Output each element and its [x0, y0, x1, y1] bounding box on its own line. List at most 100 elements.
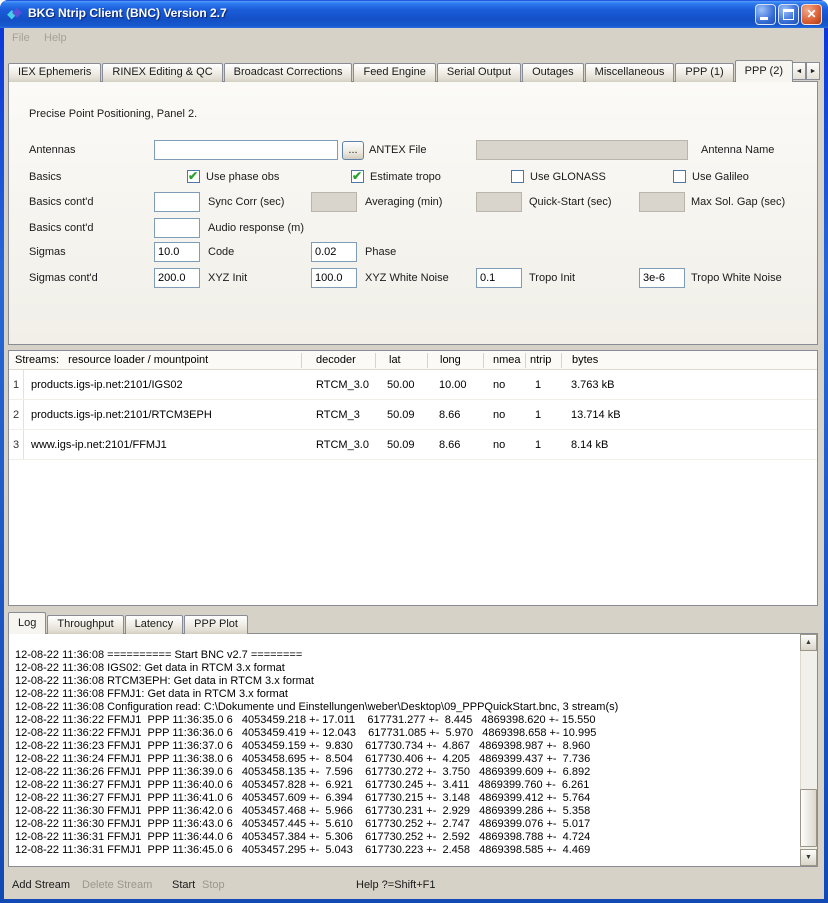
log-line: 12-08-22 11:36:31 FFMJ1 PPP 11:36:44.0 6…	[15, 831, 800, 844]
table-row[interactable]: 2 products.igs-ip.net:2101/RTCM3EPH RTCM…	[9, 400, 817, 430]
app-window: BKG Ntrip Client (BNC) Version 2.7 ✕ Fil…	[0, 0, 828, 903]
xyz-white-noise-input[interactable]	[311, 268, 357, 288]
log-text: 12-08-22 11:36:08 ========== Start BNC v…	[9, 634, 800, 866]
cell-mountpoint: products.igs-ip.net:2101/IGS02	[31, 379, 183, 391]
main-tab-bar: IEX Ephemeris RINEX Editing & QC Broadca…	[8, 60, 794, 82]
header-decoder: decoder	[316, 354, 356, 366]
log-tab-bar: Log Throughput Latency PPP Plot	[8, 612, 249, 634]
minimize-button[interactable]	[755, 4, 776, 25]
log-line: 12-08-22 11:36:22 FFMJ1 PPP 11:36:35.0 6…	[15, 714, 800, 727]
use-glonass-checkbox[interactable]	[511, 170, 524, 183]
scroll-up-icon[interactable]: ▲	[800, 634, 817, 651]
log-line: 12-08-22 11:36:26 FFMJ1 PPP 11:36:39.0 6…	[15, 766, 800, 779]
sync-corr-input[interactable]	[154, 192, 200, 212]
cell-decoder: RTCM_3	[316, 409, 360, 421]
use-phase-obs-checkbox[interactable]	[187, 170, 200, 183]
cell-bytes: 3.763 kB	[571, 379, 614, 391]
tab-rinex-editing-qc[interactable]: RINEX Editing & QC	[102, 63, 222, 82]
streams-table: Streams: resource loader / mountpoint de…	[8, 350, 818, 606]
tab-feed-engine[interactable]: Feed Engine	[353, 63, 435, 82]
scroll-down-icon[interactable]: ▼	[800, 849, 817, 866]
tab-throughput[interactable]: Throughput	[47, 615, 123, 634]
basics-contd2-label: Basics cont'd	[29, 222, 93, 235]
log-line: 12-08-22 11:36:08 RTCM3EPH: Get data in …	[15, 675, 800, 688]
cell-lat: 50.09	[387, 409, 415, 421]
scrollbar-thumb[interactable]	[800, 789, 817, 847]
log-line: 12-08-22 11:36:08 IGS02: Get data in RTC…	[15, 662, 800, 675]
cell-ntrip: 1	[535, 439, 541, 451]
antenna-name-label: Antenna Name	[701, 144, 774, 157]
tab-ppp-2[interactable]: PPP (2)	[735, 60, 793, 82]
phase-sigma-label: Phase	[365, 246, 396, 259]
sigmas-label: Sigmas	[29, 246, 66, 259]
tab-iex-ephemeris[interactable]: IEX Ephemeris	[8, 63, 101, 82]
window-title: BKG Ntrip Client (BNC) Version 2.7	[28, 6, 227, 20]
menu-file[interactable]: File	[12, 28, 30, 48]
header-lat: lat	[389, 354, 401, 366]
log-line: 12-08-22 11:36:08 Configuration read: C:…	[15, 701, 800, 714]
log-line: 12-08-22 11:36:27 FFMJ1 PPP 11:36:41.0 6…	[15, 792, 800, 805]
add-stream-button[interactable]: Add Stream	[12, 871, 70, 899]
use-galileo-checkbox[interactable]	[673, 170, 686, 183]
cell-long: 8.66	[439, 409, 460, 421]
tab-scroll-left-icon[interactable]: ◄	[792, 62, 806, 80]
cell-decoder: RTCM_3.0	[316, 439, 369, 451]
close-button[interactable]: ✕	[801, 4, 822, 25]
log-line: 12-08-22 11:36:23 FFMJ1 PPP 11:36:37.0 6…	[15, 740, 800, 753]
phase-sigma-input[interactable]	[311, 242, 357, 262]
log-line: 12-08-22 11:36:31 FFMJ1 PPP 11:36:45.0 6…	[15, 844, 800, 857]
tab-log[interactable]: Log	[8, 612, 46, 634]
cell-lat: 50.09	[387, 439, 415, 451]
cell-ntrip: 1	[535, 379, 541, 391]
tropo-white-noise-input[interactable]	[639, 268, 685, 288]
header-long: long	[440, 354, 461, 366]
maximize-button[interactable]	[778, 4, 799, 25]
table-row[interactable]: 3 www.igs-ip.net:2101/FFMJ1 RTCM_3.0 50.…	[9, 430, 817, 460]
log-scrollbar[interactable]: ▲ ▼	[800, 634, 817, 866]
cell-nmea: no	[493, 409, 505, 421]
tab-miscellaneous[interactable]: Miscellaneous	[585, 63, 675, 82]
title-bar[interactable]: BKG Ntrip Client (BNC) Version 2.7 ✕	[0, 0, 828, 28]
menu-help[interactable]: Help	[44, 28, 67, 48]
tab-outages[interactable]: Outages	[522, 63, 584, 82]
tab-latency[interactable]: Latency	[125, 615, 184, 634]
log-line: 12-08-22 11:36:22 FFMJ1 PPP 11:36:36.0 6…	[15, 727, 800, 740]
tab-ppp-1[interactable]: PPP (1)	[675, 63, 733, 82]
row-number: 1	[9, 370, 24, 399]
app-icon	[7, 6, 23, 22]
estimate-tropo-checkbox[interactable]	[351, 170, 364, 183]
antennas-input[interactable]	[154, 140, 338, 160]
row-number: 3	[9, 430, 24, 459]
xyz-init-input[interactable]	[154, 268, 200, 288]
log-line: 12-08-22 11:36:08 ========== Start BNC v…	[15, 649, 800, 662]
use-glonass-label: Use GLONASS	[530, 171, 606, 184]
table-row[interactable]: 1 products.igs-ip.net:2101/IGS02 RTCM_3.…	[9, 370, 817, 400]
tropo-init-label: Tropo Init	[529, 272, 575, 285]
close-icon: ✕	[802, 5, 821, 24]
cell-ntrip: 1	[535, 409, 541, 421]
start-button[interactable]: Start	[172, 871, 195, 899]
streams-table-header: Streams: resource loader / mountpoint de…	[9, 351, 817, 370]
code-sigma-input[interactable]	[154, 242, 200, 262]
antennas-label: Antennas	[29, 144, 75, 157]
xyz-init-label: XYZ Init	[208, 272, 247, 285]
ppp-panel-2: Precise Point Positioning, Panel 2. Ante…	[8, 81, 818, 345]
tab-scroll-right-icon[interactable]: ►	[806, 62, 820, 80]
quick-start-label: Quick-Start (sec)	[529, 196, 612, 209]
estimate-tropo-label: Estimate tropo	[370, 171, 441, 184]
audio-response-input[interactable]	[154, 218, 200, 238]
header-mountpoint: Streams: resource loader / mountpoint	[15, 354, 208, 366]
cell-nmea: no	[493, 379, 505, 391]
header-ntrip: ntrip	[530, 354, 551, 366]
header-nmea: nmea	[493, 354, 521, 366]
antex-browse-button[interactable]: ...	[342, 141, 364, 160]
log-line: 12-08-22 11:36:30 FFMJ1 PPP 11:36:42.0 6…	[15, 805, 800, 818]
delete-stream-button: Delete Stream	[82, 871, 152, 899]
tab-ppp-plot[interactable]: PPP Plot	[184, 615, 248, 634]
tropo-init-input[interactable]	[476, 268, 522, 288]
sigmas-contd-label: Sigmas cont'd	[29, 272, 98, 285]
tab-serial-output[interactable]: Serial Output	[437, 63, 521, 82]
tab-broadcast-corrections[interactable]: Broadcast Corrections	[224, 63, 353, 82]
cell-bytes: 8.14 kB	[571, 439, 608, 451]
maximize-icon	[783, 9, 794, 20]
